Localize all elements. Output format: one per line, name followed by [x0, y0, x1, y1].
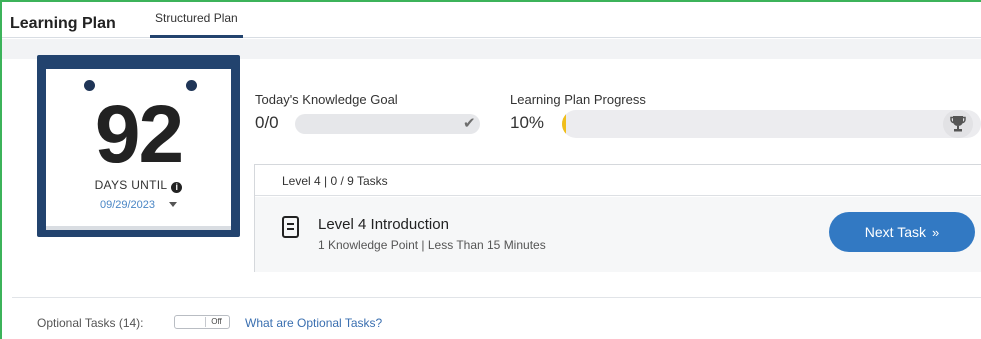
- tab-structured-plan[interactable]: Structured Plan: [150, 11, 243, 38]
- countdown-calendar: 92 DAYS UNTIL i 09/29/2023: [37, 55, 240, 237]
- task-meta: 1 Knowledge Point | Less Than 15 Minutes: [318, 238, 546, 252]
- task-title[interactable]: Level 4 Introduction: [318, 216, 449, 233]
- double-chevron-right-icon[interactable]: »: [932, 225, 939, 240]
- optional-tasks-help-link[interactable]: What are Optional Tasks?: [245, 316, 382, 330]
- level-task-count: Level 4 | 0 / 9 Tasks: [282, 174, 388, 188]
- plan-progress-value: 10%: [510, 113, 545, 132]
- check-icon: ✔: [463, 115, 476, 132]
- calendar-ring-icon: [84, 80, 95, 91]
- top-header: Learning Plan Structured Plan: [2, 2, 981, 38]
- target-date[interactable]: 09/29/2023: [100, 199, 155, 211]
- calendar-bottom-bar: [46, 226, 231, 230]
- document-line: [287, 223, 294, 225]
- info-circle-icon[interactable]: i: [171, 182, 183, 193]
- days-count: 92: [94, 89, 184, 180]
- optional-tasks-label: Optional Tasks (14):: [37, 316, 144, 330]
- knowledge-goal-value: 0/0: [255, 113, 279, 132]
- trophy-icon: [950, 116, 966, 132]
- target-date-select[interactable]: 09/29/2023: [46, 199, 231, 211]
- page-title: Learning Plan: [10, 15, 116, 32]
- next-task-label[interactable]: Next Task: [865, 224, 926, 240]
- document-line: [287, 228, 294, 230]
- knowledge-goal-bar: [295, 114, 480, 134]
- calendar-ring-icon: [186, 80, 197, 91]
- task-card: Level 4 | 0 / 9 Tasks Level 4 Introducti…: [254, 164, 981, 272]
- document-icon: [282, 216, 299, 238]
- days-until-label: DAYS UNTIL i: [46, 178, 231, 193]
- task-card-header: Level 4 | 0 / 9 Tasks: [255, 165, 981, 196]
- knowledge-goal-label: Today's Knowledge Goal: [255, 92, 398, 107]
- plan-progress-bar: [562, 110, 981, 138]
- calendar-page: 92 DAYS UNTIL i 09/29/2023: [46, 69, 231, 226]
- trophy-badge: [943, 110, 973, 138]
- section-divider: [12, 297, 981, 298]
- toggle-state[interactable]: Off: [205, 317, 227, 327]
- caret-down-icon[interactable]: [169, 202, 178, 207]
- plan-progress-label: Learning Plan Progress: [510, 92, 646, 107]
- days-until-text: DAYS UNTIL: [94, 178, 168, 192]
- next-task-button[interactable]: Next Task »: [829, 212, 975, 252]
- plan-progress-fill: [562, 110, 566, 138]
- optional-tasks-toggle[interactable]: Off: [174, 315, 230, 329]
- task-card-body: Level 4 Introduction 1 Knowledge Point |…: [255, 197, 981, 272]
